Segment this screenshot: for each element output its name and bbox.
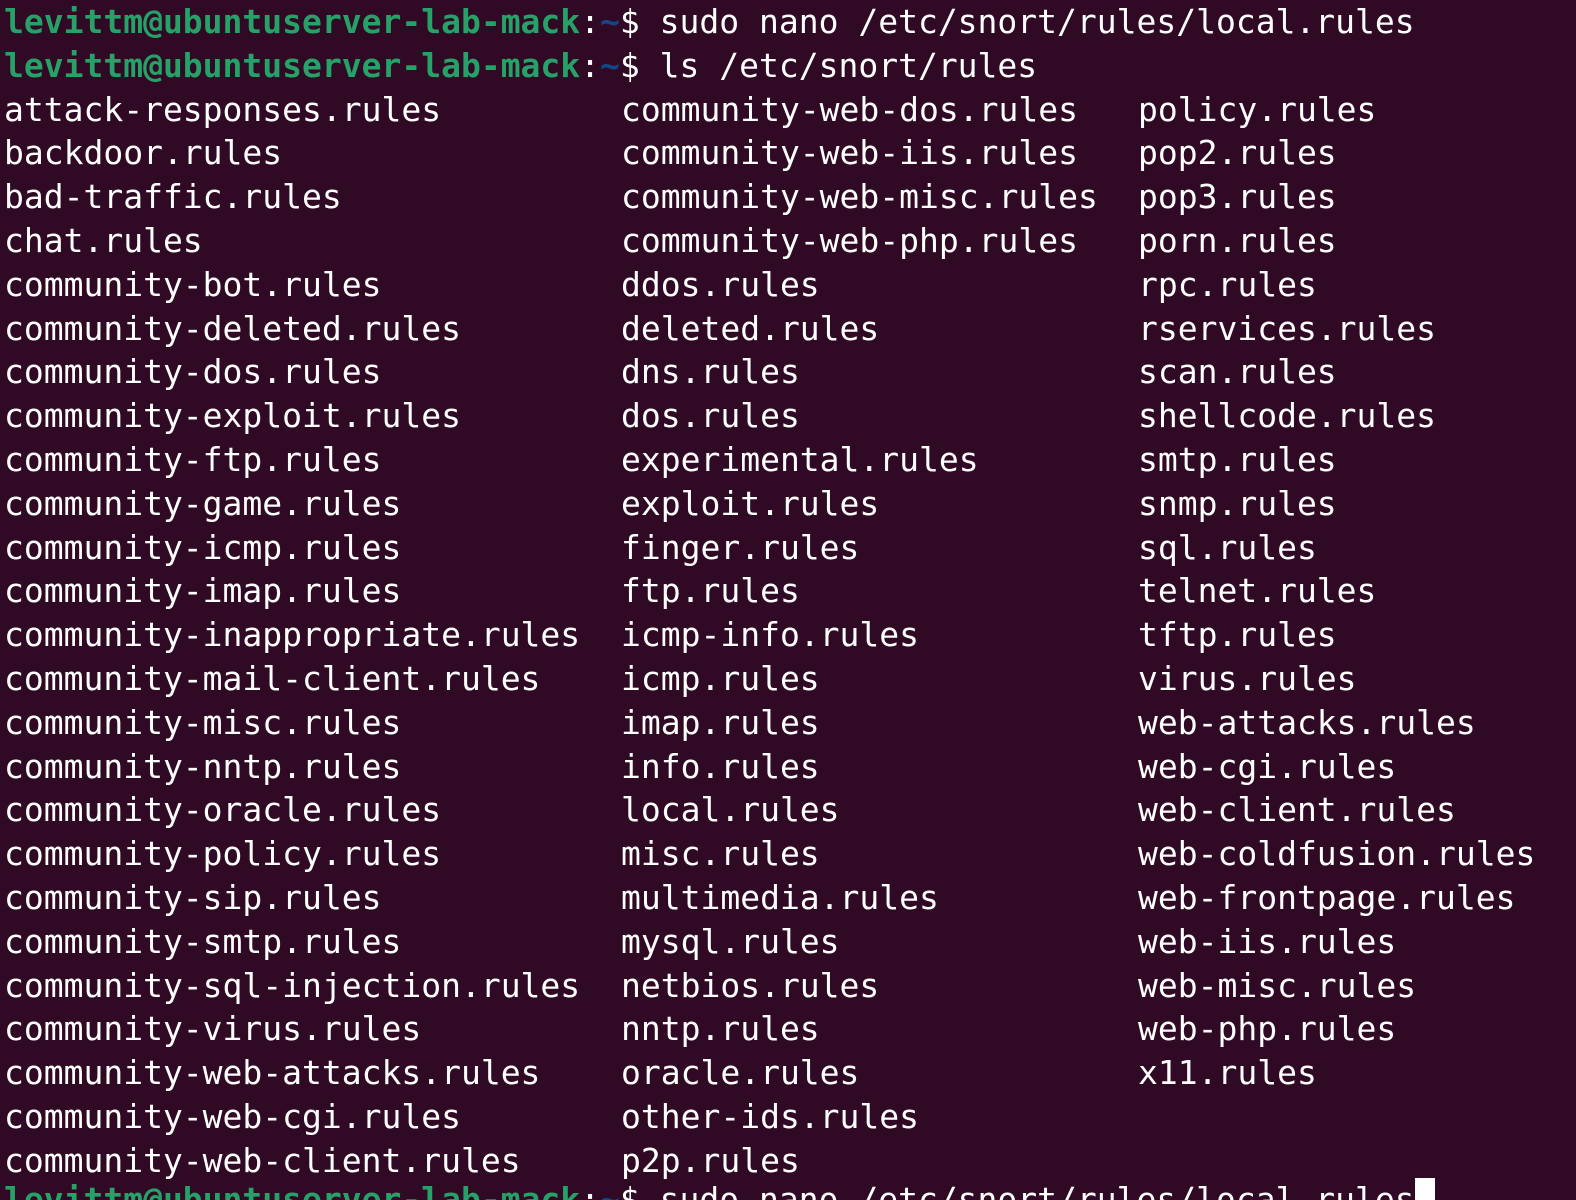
prompt-line-1: levittm@ubuntuserver-lab-mack:~$ sudo na… [4,0,1576,44]
file-entry: community-deleted.rules [4,308,461,348]
file-entry: exploit.rules [621,483,880,523]
file-entry: web-cgi.rules [1138,746,1397,786]
file-entry: bad-traffic.rules [4,177,342,217]
terminal-window[interactable]: levittm@ubuntuserver-lab-mack:~$ sudo na… [0,0,1576,1200]
prompt-dollar: $ [619,2,660,41]
file-entry: misc.rules [621,834,820,874]
listing-column-1: attack-responses.rules backdoor.rules bad-… [4,88,621,1183]
file-entry: community-exploit.rules [4,396,461,436]
file-entry: telnet.rules [1138,571,1377,611]
prompt-line-2: levittm@ubuntuserver-lab-mack:~$ ls /etc… [4,44,1576,88]
prompt-path: ~ [600,2,620,41]
file-entry: community-misc.rules [4,702,402,742]
file-entry: chat.rules [4,220,203,260]
file-entry: pop2.rules [1138,133,1337,173]
file-entry: oracle.rules [621,1053,860,1093]
prompt-dollar: $ [619,1180,660,1200]
file-entry: rpc.rules [1138,264,1317,304]
file-listing: attack-responses.rules backdoor.rules bad-… [4,88,1576,1183]
file-entry: community-game.rules [4,483,402,523]
file-entry: community-sip.rules [4,877,382,917]
file-entry: pop3.rules [1138,177,1337,217]
file-entry: community-nntp.rules [4,746,402,786]
file-entry: netbios.rules [621,965,880,1005]
file-entry: snmp.rules [1138,483,1337,523]
file-entry: community-web-dos.rules [621,89,1078,129]
file-entry: community-web-php.rules [621,220,1078,260]
file-entry: community-imap.rules [4,571,402,611]
file-entry: policy.rules [1138,89,1377,129]
prompt-path: ~ [600,45,620,85]
file-entry: shellcode.rules [1138,396,1437,436]
file-entry: web-php.rules [1138,1009,1397,1049]
file-entry: community-web-client.rules [4,1140,521,1180]
file-entry: web-client.rules [1138,790,1456,830]
file-entry: deleted.rules [621,308,880,348]
listing-column-2: community-web-dos.rules community-web-iis… [621,88,1138,1183]
file-entry: ftp.rules [621,571,800,611]
file-entry: community-ftp.rules [4,439,382,479]
file-entry: ddos.rules [621,264,820,304]
file-entry: nntp.rules [621,1009,820,1049]
file-entry: web-frontpage.rules [1138,877,1516,917]
current-prompt-line[interactable]: levittm@ubuntuserver-lab-mack:~$ sudo na… [4,1178,1435,1200]
file-entry: community-inappropriate.rules [4,615,581,655]
file-entry: tftp.rules [1138,615,1337,655]
file-entry: community-icmp.rules [4,527,402,567]
file-entry: scan.rules [1138,352,1337,392]
file-entry: dns.rules [621,352,800,392]
prompt-user-host: levittm@ubuntuserver-lab-mack [4,1180,581,1200]
file-entry: web-misc.rules [1138,965,1417,1005]
prompt-colon: : [580,1180,601,1200]
file-entry: attack-responses.rules [4,89,442,129]
file-entry: community-web-cgi.rules [4,1096,461,1136]
prompt-colon: : [580,45,601,85]
file-entry: local.rules [621,790,840,830]
file-entry: x11.rules [1138,1053,1317,1093]
prompt-colon: : [580,2,601,41]
file-entry: experimental.rules [621,439,979,479]
file-entry: community-smtp.rules [4,921,402,961]
file-entry: community-bot.rules [4,264,382,304]
command-text: sudo nano /etc/snort/rules/local.rules [659,1180,1415,1200]
file-entry: web-coldfusion.rules [1138,834,1536,874]
file-entry: community-web-misc.rules [621,177,1098,217]
file-entry: dos.rules [621,396,800,436]
file-entry: community-web-attacks.rules [4,1053,541,1093]
file-entry: info.rules [621,746,820,786]
file-entry: community-dos.rules [4,352,382,392]
file-entry: community-sql-injection.rules [4,965,581,1005]
file-entry: porn.rules [1138,220,1337,260]
file-entry: community-oracle.rules [4,790,442,830]
command-text: ls /etc/snort/rules [659,45,1038,85]
prompt-path: ~ [600,1180,620,1200]
file-entry: smtp.rules [1138,439,1337,479]
file-entry: virus.rules [1138,658,1357,698]
file-entry: web-attacks.rules [1138,702,1476,742]
prompt-user-host: levittm@ubuntuserver-lab-mack [4,2,581,41]
file-entry: icmp-info.rules [621,615,920,655]
file-entry: icmp.rules [621,658,820,698]
file-entry: p2p.rules [621,1140,800,1180]
prompt-dollar: $ [619,45,660,85]
file-entry: community-virus.rules [4,1009,422,1049]
file-entry: rservices.rules [1138,308,1437,348]
prompt-user-host: levittm@ubuntuserver-lab-mack [4,45,581,85]
file-entry: backdoor.rules [4,133,283,173]
file-entry: web-iis.rules [1138,921,1397,961]
file-entry: finger.rules [621,527,860,567]
file-entry: other-ids.rules [621,1096,920,1136]
file-entry: mysql.rules [621,921,840,961]
command-text: sudo nano /etc/snort/rules/local.rules [659,2,1415,41]
text-cursor [1414,1178,1435,1200]
listing-column-3: policy.rules pop2.rules pop3.rules porn.rul… [1138,88,1576,1183]
file-entry: imap.rules [621,702,820,742]
file-entry: community-web-iis.rules [621,133,1078,173]
file-entry: multimedia.rules [621,877,939,917]
file-entry: sql.rules [1138,527,1317,567]
file-entry: community-policy.rules [4,834,442,874]
file-entry: community-mail-client.rules [4,658,541,698]
